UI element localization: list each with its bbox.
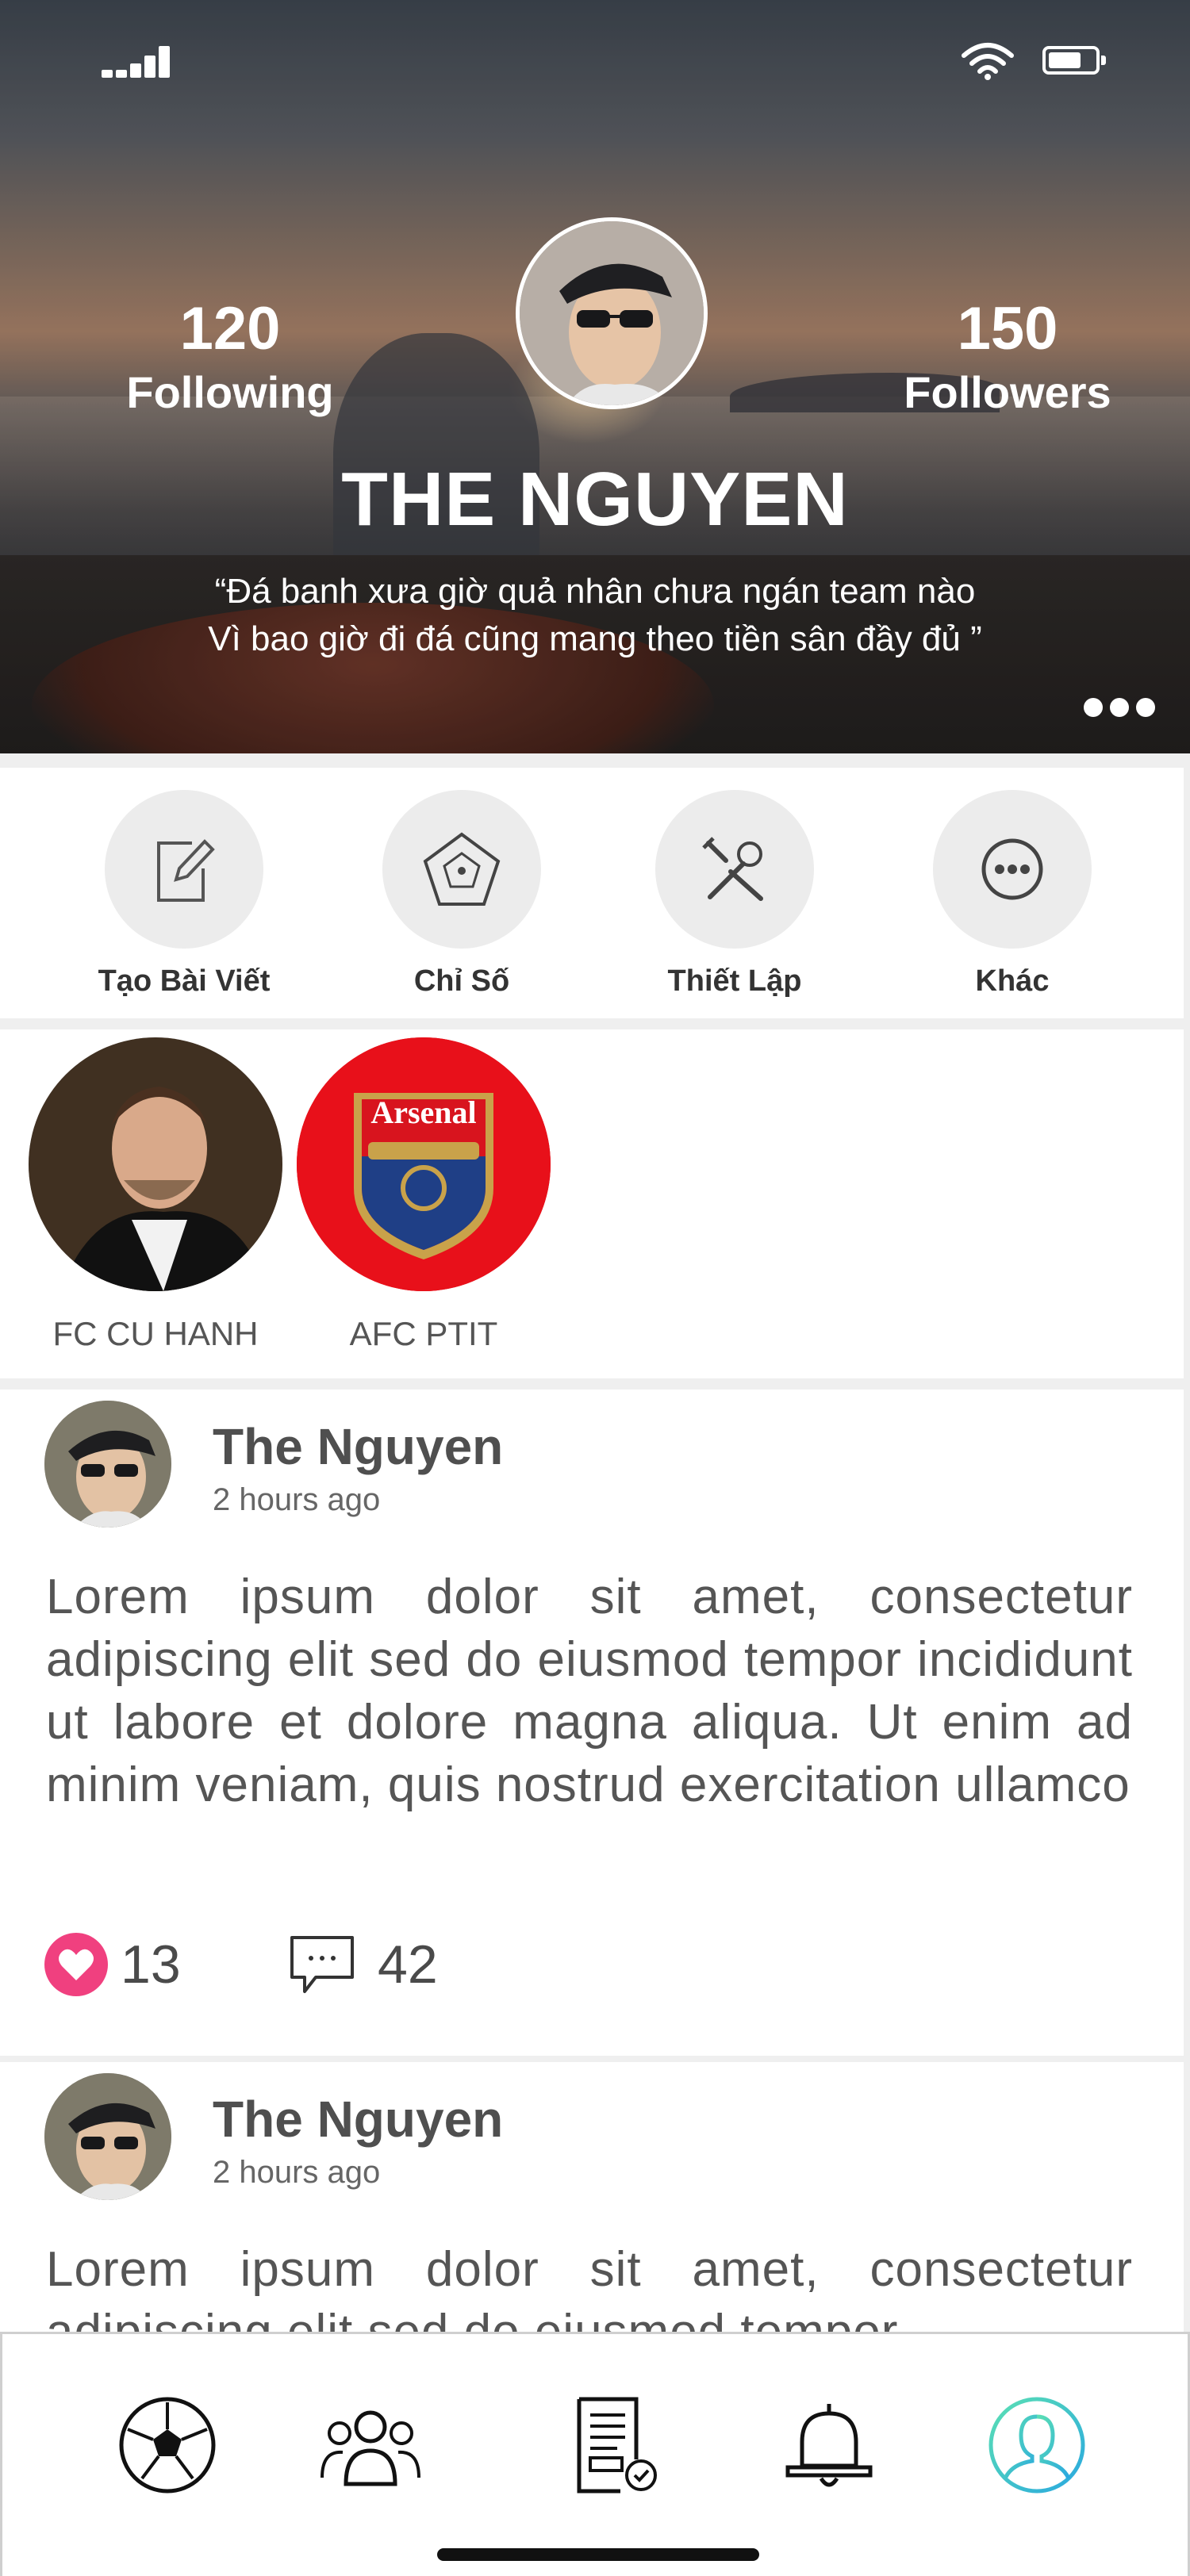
profile-name: THE NGUYEN — [341, 457, 849, 542]
profile-avatar[interactable] — [516, 217, 708, 409]
post-author-avatar[interactable] — [44, 2073, 171, 2200]
followers-label: Followers — [904, 367, 1111, 417]
comment-button[interactable]: 42 — [289, 1929, 438, 2000]
like-button[interactable]: 13 — [43, 1929, 181, 2000]
edit-icon — [157, 839, 215, 902]
battery-icon — [1042, 46, 1106, 75]
signal-icon — [102, 43, 173, 78]
team-photo — [29, 1037, 282, 1291]
comment-icon — [290, 1936, 354, 1993]
profile-header: 120 Following 150 Followers THE NGUYEN “… — [0, 0, 1190, 753]
teams-section: FC CU HANH Arsenal AFC PTIT — [0, 1029, 1184, 1378]
quote-line-1: “Đá banh xưa giờ quả nhân chưa ngán team… — [214, 572, 976, 611]
avatar-photo — [520, 221, 704, 405]
team-item[interactable]: Arsenal AFC PTIT — [289, 1037, 559, 1358]
more-icon — [981, 838, 1043, 900]
team-name: FC CU HANH — [52, 1315, 259, 1352]
post-author-name[interactable]: The Nguyen — [213, 2087, 503, 2151]
create-post-label: Tạo Bài Viết — [98, 964, 271, 998]
post-time: 2 hours ago — [213, 2155, 381, 2190]
home-indicator[interactable] — [437, 2548, 759, 2561]
team-avatar: Arsenal — [297, 1037, 551, 1291]
bottom-nav — [0, 2332, 1190, 2576]
stats-label: Chỉ Số — [413, 964, 510, 998]
stats-button[interactable]: Chỉ Số — [351, 790, 573, 1001]
stats-circle — [382, 790, 541, 949]
followers-stat[interactable]: 150 Followers — [873, 293, 1142, 420]
following-count: 120 — [179, 295, 281, 362]
settings-button[interactable]: Thiết Lập — [624, 790, 846, 1001]
profile-icon — [988, 2397, 1085, 2494]
following-label: Following — [126, 367, 334, 417]
profile-quote: “Đá banh xưa giờ quả nhân chưa ngán team… — [79, 568, 1111, 663]
group-icon — [321, 2410, 420, 2486]
arsenal-logo-icon: Arsenal — [297, 1037, 551, 1291]
settings-circle — [655, 790, 814, 949]
more-label: Khác — [975, 964, 1050, 998]
author-photo — [44, 1401, 171, 1528]
like-count: 13 — [121, 1934, 181, 1995]
nav-notifications[interactable] — [774, 2390, 885, 2501]
nav-home[interactable] — [112, 2390, 223, 2501]
post-time: 2 hours ago — [213, 1482, 381, 1517]
following-stat[interactable]: 120 Following — [103, 293, 357, 420]
more-button[interactable]: Khác — [901, 790, 1123, 1001]
post-author-name[interactable]: The Nguyen — [213, 1415, 503, 1478]
followers-count: 150 — [957, 295, 1058, 362]
tools-icon — [702, 837, 763, 901]
arsenal-logo-text: Arsenal — [370, 1094, 476, 1130]
settings-label: Thiết Lập — [667, 964, 802, 998]
post-body: Lorem ipsum dolor sit amet, consectetur … — [46, 1570, 1133, 1812]
create-post-circle — [105, 790, 263, 949]
nav-schedule[interactable] — [561, 2390, 672, 2501]
team-name: AFC PTIT — [349, 1315, 498, 1352]
create-post-button[interactable]: Tạo Bài Viết — [73, 790, 295, 1001]
more-circle — [933, 790, 1092, 949]
nav-teams[interactable] — [315, 2390, 426, 2501]
bell-icon — [785, 2404, 873, 2487]
team-avatar — [29, 1037, 282, 1291]
post-author-avatar[interactable] — [44, 1401, 171, 1528]
document-check-icon — [577, 2397, 657, 2494]
status-bar — [0, 38, 1190, 86]
post-card: The Nguyen 2 hours ago Lorem ipsum dolor… — [0, 1390, 1184, 2056]
heart-icon — [44, 1933, 108, 1996]
soccer-ball-icon — [119, 2397, 216, 2494]
more-options-icon[interactable] — [1084, 698, 1155, 719]
profile-actions: Tạo Bài Viết Chỉ Số Thiết Lập Khác — [0, 768, 1184, 1018]
author-photo — [44, 2073, 171, 2200]
team-item[interactable]: FC CU HANH — [21, 1037, 290, 1358]
comment-count: 42 — [378, 1934, 438, 1995]
stats-pentagon-icon — [423, 832, 501, 906]
nav-profile[interactable] — [981, 2390, 1092, 2501]
quote-line-2: Vì bao giờ đi đá cũng mang theo tiền sân… — [208, 619, 982, 658]
wifi-icon — [962, 43, 1014, 80]
